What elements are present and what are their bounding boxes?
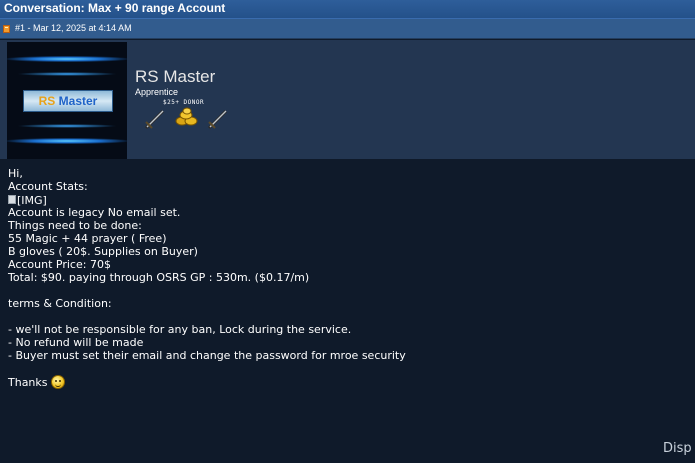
avatar[interactable]: RS Master: [7, 42, 127, 159]
message-line: Account Price: 70$: [8, 258, 111, 271]
gold-coins-icon: [175, 107, 198, 126]
post-header: #1 - Mar 12, 2025 at 4:14 AM: [0, 19, 695, 39]
message-line: Account is legacy No email set.: [8, 206, 181, 219]
post-meta[interactable]: #1 - Mar 12, 2025 at 4:14 AM: [15, 23, 132, 33]
image-placeholder: [IMG]: [8, 193, 406, 207]
user-profile-panel: RS Master: [0, 40, 695, 159]
broken-image-icon: [8, 195, 16, 204]
message-line: Things need to be done:: [8, 219, 142, 232]
donor-badge-label: $25+ DONOR: [163, 99, 205, 106]
message-line: Account Stats:: [8, 180, 88, 193]
message-line: Hi,: [8, 167, 23, 180]
smiley-icon: [51, 375, 66, 389]
message-line: terms & Condition:: [8, 297, 112, 310]
thanks-text: Thanks: [8, 376, 48, 389]
message-body: Hi, Account Stats: [IMG] Account is lega…: [8, 167, 406, 389]
avatar-glow: [17, 72, 117, 76]
message-line: B gloves ( 20$. Supplies on Buyer): [8, 245, 198, 258]
avatar-glow: [7, 56, 127, 62]
conversation-title: Conversation: Max + 90 range Account: [4, 1, 226, 15]
message-line: - Buyer must set their email and change …: [8, 349, 406, 362]
username[interactable]: RS Master: [135, 67, 215, 87]
sword-icon: [207, 109, 228, 130]
sword-icon: [144, 109, 165, 130]
avatar-banner: RS Master: [23, 90, 113, 112]
message-line: Total: $90. paying through OSRS GP : 530…: [8, 271, 310, 284]
message-line: - No refund will be made: [8, 336, 144, 349]
display-link[interactable]: Disp: [663, 441, 692, 456]
message-line: - we'll not be responsible for any ban, …: [8, 323, 352, 336]
user-rank: Apprentice: [135, 87, 179, 97]
post-icon: [3, 25, 10, 33]
avatar-glow: [17, 124, 117, 128]
avatar-glow: [7, 138, 127, 144]
conversation-title-bar: Conversation: Max + 90 range Account: [0, 0, 695, 19]
message-line-thanks: Thanks: [8, 375, 406, 389]
avatar-banner-rs: RS: [38, 94, 56, 108]
message-line: 55 Magic + 44 prayer ( Free): [8, 232, 167, 245]
avatar-banner-master: Master: [58, 94, 98, 108]
